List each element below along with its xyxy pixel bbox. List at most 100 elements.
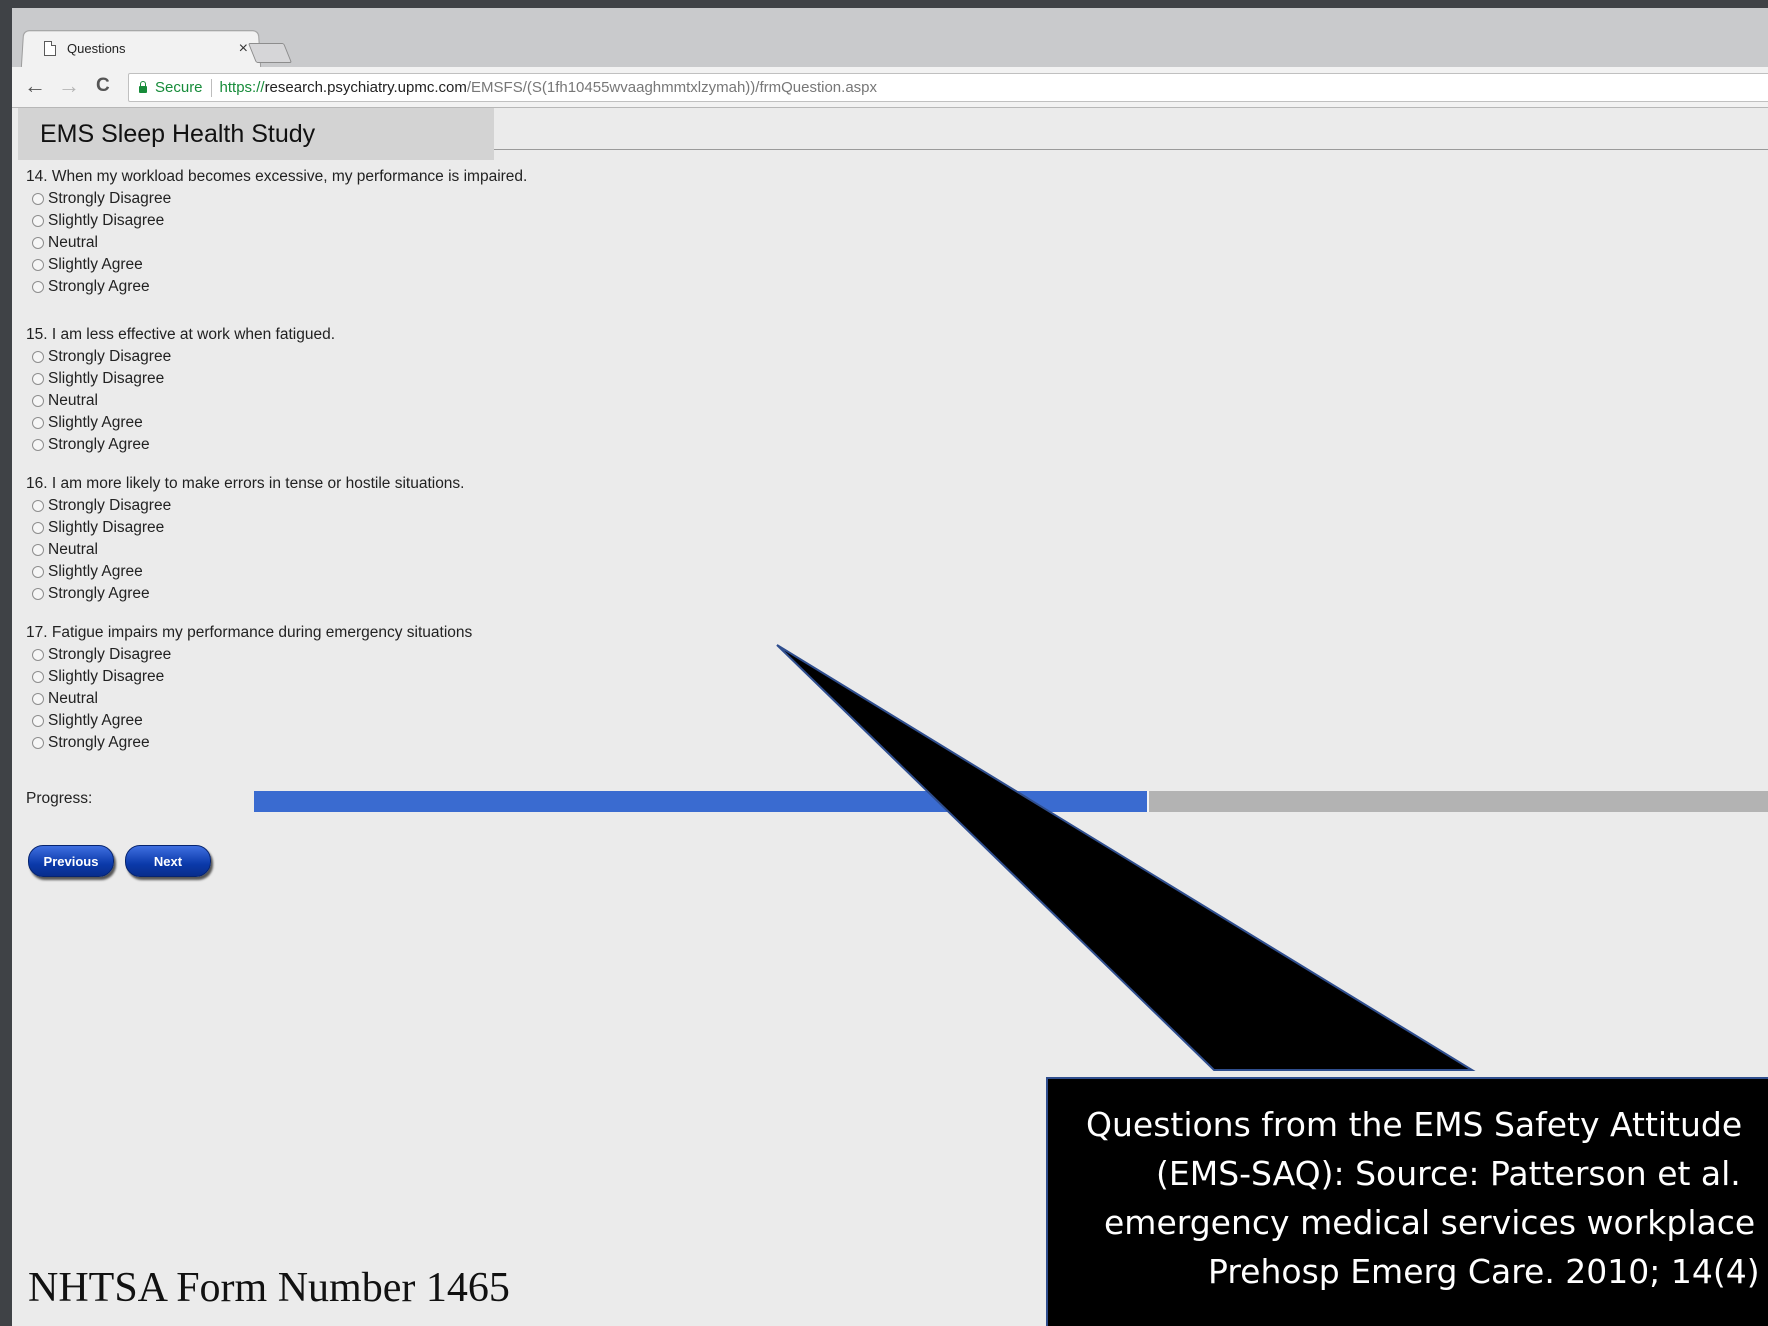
question-text: 15. I am less effective at work when fat… [26, 326, 336, 343]
radio-button[interactable] [32, 566, 44, 578]
back-arrow-icon[interactable]: ← [24, 74, 46, 98]
option-neutral[interactable]: Neutral [26, 232, 527, 254]
option-strongly-agree[interactable]: Strongly Agree [26, 583, 527, 605]
option-label: Strongly Disagree [48, 348, 172, 365]
question-14: 14. When my workload becomes excessive, … [26, 166, 527, 298]
reload-icon[interactable]: C [96, 74, 110, 98]
page-icon [44, 41, 56, 56]
survey-form: 14. When my workload becomes excessive, … [26, 166, 527, 754]
option-strongly-disagree[interactable]: Strongly Disagree [26, 346, 527, 368]
option-label: Slightly Disagree [48, 668, 165, 685]
url-path: /EMSFS/(S(1fh10455wvaaghmmtxlzymah))/frm… [466, 79, 878, 96]
url-host: research.psychiatry.upmc.com [264, 79, 467, 96]
form-number: NHTSA Form Number 1465 [28, 1265, 510, 1311]
radio-button[interactable] [32, 439, 44, 451]
option-slightly-agree[interactable]: Slightly Agree [26, 254, 527, 276]
radio-button[interactable] [32, 373, 44, 385]
radio-button[interactable] [32, 500, 44, 512]
question-text: 17. Fatigue impairs my performance durin… [26, 624, 473, 641]
radio-button[interactable] [32, 395, 44, 407]
lock-icon [139, 81, 147, 93]
option-strongly-agree[interactable]: Strongly Agree [26, 434, 527, 456]
option-label: Slightly Disagree [48, 370, 165, 387]
browser-toolbar: ← → C Secure https:// research.psychiatr… [12, 67, 1768, 108]
secure-label: Secure [155, 79, 203, 96]
option-label: Strongly Agree [48, 278, 150, 295]
option-strongly-disagree[interactable]: Strongly Disagree [26, 644, 527, 666]
option-label: Slightly Agree [48, 414, 143, 431]
option-neutral[interactable]: Neutral [26, 688, 527, 710]
question-16: 16. I am more likely to make errors in t… [26, 473, 527, 605]
forward-arrow-icon[interactable]: → [58, 74, 80, 98]
option-strongly-disagree[interactable]: Strongly Disagree [26, 495, 527, 517]
callout-line: Questions from the EMS Safety Attitude [1086, 1105, 1743, 1144]
tab-questions-content[interactable]: Questions × [28, 30, 254, 67]
option-strongly-agree[interactable]: Strongly Agree [26, 276, 527, 298]
option-slightly-agree[interactable]: Slightly Agree [26, 412, 527, 434]
radio-button[interactable] [32, 588, 44, 600]
option-label: Strongly Disagree [48, 497, 172, 514]
option-slightly-disagree[interactable]: Slightly Disagree [26, 210, 527, 232]
radio-button[interactable] [32, 671, 44, 683]
radio-button[interactable] [32, 417, 44, 429]
address-bar[interactable]: Secure https:// research.psychiatry.upmc… [128, 73, 1768, 102]
callout-line: emergency medical services workplace [1104, 1203, 1756, 1242]
option-label: Strongly Agree [48, 734, 150, 751]
previous-button[interactable]: Previous [28, 845, 114, 877]
option-label: Strongly Agree [48, 585, 150, 602]
question-15: 15. I am less effective at work when fat… [26, 324, 527, 456]
option-label: Slightly Agree [48, 563, 143, 580]
option-label: Neutral [48, 234, 98, 251]
radio-button[interactable] [32, 193, 44, 205]
radio-button[interactable] [32, 693, 44, 705]
url-scheme: https:// [219, 79, 265, 96]
new-tab-button[interactable] [247, 43, 293, 63]
radio-button[interactable] [32, 237, 44, 249]
option-strongly-disagree[interactable]: Strongly Disagree [26, 188, 527, 210]
option-neutral[interactable]: Neutral [26, 539, 527, 561]
option-label: Slightly Disagree [48, 519, 165, 536]
option-label: Slightly Agree [48, 256, 143, 273]
option-label: Slightly Agree [48, 712, 143, 729]
browser-window: Questions × ← → C Secure https:// resear… [12, 8, 1768, 1326]
tab-title: Questions [67, 41, 126, 56]
option-label: Strongly Disagree [48, 190, 172, 207]
next-button[interactable]: Next [125, 845, 211, 877]
question-17: 17. Fatigue impairs my performance durin… [26, 622, 527, 754]
option-slightly-disagree[interactable]: Slightly Disagree [26, 666, 527, 688]
option-label: Strongly Disagree [48, 646, 172, 663]
radio-button[interactable] [32, 544, 44, 556]
radio-button[interactable] [32, 715, 44, 727]
radio-button[interactable] [32, 259, 44, 271]
option-label: Strongly Agree [48, 436, 150, 453]
option-label: Slightly Disagree [48, 212, 165, 229]
callout-box: Questions from the EMS Safety Attitude (… [1046, 1077, 1768, 1326]
radio-button[interactable] [32, 281, 44, 293]
option-slightly-disagree[interactable]: Slightly Disagree [26, 368, 527, 390]
option-label: Neutral [48, 690, 98, 707]
radio-button[interactable] [32, 215, 44, 227]
callout-line: (EMS-SAQ): Source: Patterson et al. [1156, 1154, 1741, 1193]
radio-button[interactable] [32, 737, 44, 749]
omnibox-divider [210, 78, 212, 97]
page-title: EMS Sleep Health Study [40, 120, 316, 148]
option-slightly-agree[interactable]: Slightly Agree [26, 561, 527, 583]
option-label: Neutral [48, 541, 98, 558]
radio-button[interactable] [32, 522, 44, 534]
question-text: 16. I am more likely to make errors in t… [26, 475, 465, 492]
option-slightly-disagree[interactable]: Slightly Disagree [26, 517, 527, 539]
option-neutral[interactable]: Neutral [26, 390, 527, 412]
close-icon[interactable]: × [239, 40, 248, 58]
callout-line: Prehosp Emerg Care. 2010; 14(4) [1208, 1252, 1760, 1291]
progress-bar-fill [254, 791, 1150, 812]
option-strongly-agree[interactable]: Strongly Agree [26, 732, 527, 754]
option-label: Neutral [48, 392, 98, 409]
radio-button[interactable] [32, 351, 44, 363]
site-header: EMS Sleep Health Study [18, 108, 494, 160]
option-slightly-agree[interactable]: Slightly Agree [26, 710, 527, 732]
progress-bar [254, 791, 1768, 812]
tab-strip: Questions × [12, 8, 1768, 69]
header-divider [494, 149, 1768, 150]
radio-button[interactable] [32, 649, 44, 661]
question-text: 14. When my workload becomes excessive, … [26, 168, 528, 185]
